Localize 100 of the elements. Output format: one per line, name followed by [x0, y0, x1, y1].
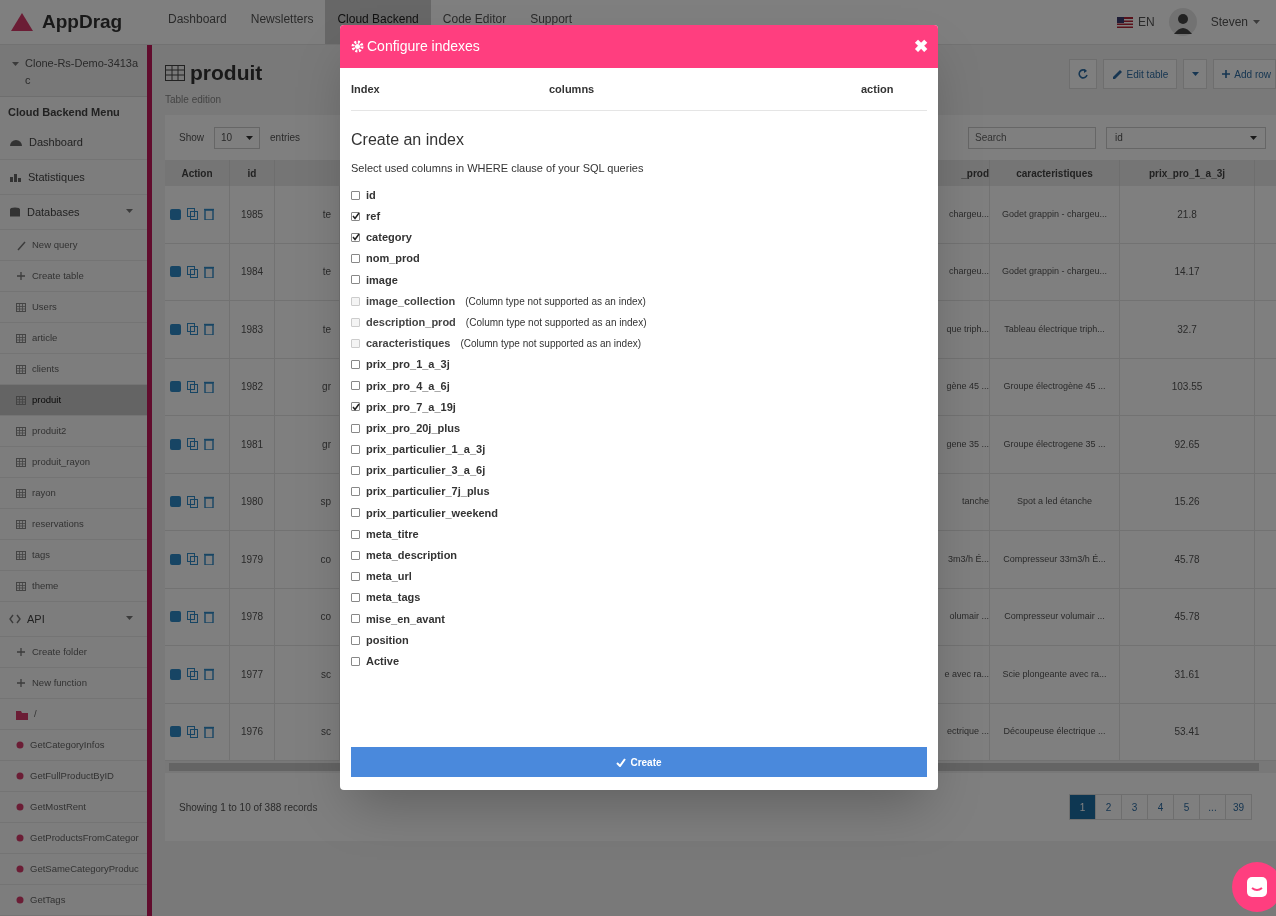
folder-icon: [16, 708, 28, 720]
checkbox[interactable]: [351, 508, 360, 518]
column-header: Action: [165, 160, 230, 186]
sidebar-item[interactable]: Create folder: [0, 637, 147, 668]
edit-table-button[interactable]: Edit table: [1102, 59, 1178, 89]
sidebar-item[interactable]: GetProductsFromCategor: [0, 823, 147, 854]
checkbox[interactable]: [351, 423, 360, 433]
copy-icon: [187, 265, 198, 278]
table-cell: 1976: [230, 703, 275, 760]
checkbox[interactable]: [351, 381, 360, 391]
page-size-select[interactable]: 10: [214, 126, 260, 149]
copy-icon: [187, 438, 198, 451]
dot-icon: [16, 741, 24, 749]
chat-button[interactable]: [1232, 862, 1276, 912]
add-row-button[interactable]: Add row: [1213, 59, 1276, 89]
sidebar-item[interactable]: rayon: [0, 478, 147, 509]
page-button[interactable]: 2: [1095, 794, 1122, 820]
page-button[interactable]: ...: [1199, 794, 1226, 820]
refresh-button[interactable]: [1068, 59, 1097, 89]
bar-chart-icon: [9, 172, 22, 182]
checkbox[interactable]: [351, 190, 360, 200]
sidebar-item[interactable]: produit: [0, 385, 147, 416]
sidebar-item[interactable]: Create table: [0, 261, 147, 292]
trash-icon: [204, 380, 214, 393]
checkbox[interactable]: [351, 254, 360, 264]
copy-icon: [187, 495, 198, 508]
sidebar-item[interactable]: GetMostRent: [0, 792, 147, 823]
edit-icon: [170, 208, 181, 220]
trash-icon: [204, 323, 214, 336]
close-button[interactable]: ✖: [914, 33, 928, 60]
table-cell: 103.55: [1120, 358, 1255, 415]
checkbox[interactable]: [351, 232, 360, 242]
column-header: action: [861, 81, 894, 97]
user-menu[interactable]: Steven: [1210, 13, 1248, 31]
table-cell: Compresseur 33m3/h É...: [990, 531, 1120, 588]
sidebar-item[interactable]: tags: [0, 540, 147, 571]
checkbox-label: prix_particulier_7j_plus: [366, 484, 490, 500]
sidebar-item[interactable]: Statistiques: [0, 160, 147, 195]
checkbox[interactable]: [351, 593, 360, 603]
page-button[interactable]: 3: [1121, 794, 1148, 820]
checkbox[interactable]: [351, 360, 360, 370]
dropdown-button[interactable]: [1183, 59, 1208, 89]
sidebar-item[interactable]: GetCategoryInfos: [0, 730, 147, 761]
project-selector[interactable]: Clone-Rs-Demo-3413ac: [0, 45, 147, 97]
sidebar-item[interactable]: New query: [0, 230, 147, 261]
checkbox[interactable]: [351, 402, 360, 412]
table-cell: 53.41: [1120, 703, 1255, 760]
copy-icon: [187, 610, 198, 623]
checkbox[interactable]: [351, 656, 360, 666]
checkbox[interactable]: [351, 275, 360, 285]
checkbox-label: prix_pro_1_a_3j: [366, 357, 450, 373]
table-cell: 1984: [230, 243, 275, 300]
trash-icon: [204, 265, 214, 278]
sidebar-item[interactable]: produit_rayon: [0, 447, 147, 478]
sidebar-item[interactable]: GetSameCategoryProduc: [0, 854, 147, 885]
checkbox-label: prix_pro_20j_plus: [366, 420, 461, 436]
avatar-icon: [1168, 8, 1197, 36]
sidebar-item[interactable]: article: [0, 323, 147, 354]
caret-icon: [246, 135, 253, 140]
sidebar-item[interactable]: Databases: [0, 195, 147, 230]
table-icon: [16, 364, 26, 374]
sidebar-item[interactable]: theme: [0, 571, 147, 602]
checkbox-label: prix_particulier_1_a_3j: [366, 442, 486, 458]
sidebar-item[interactable]: produit2: [0, 416, 147, 447]
records-info: Showing 1 to 10 of 388 records: [179, 800, 318, 815]
page-button[interactable]: 5: [1173, 794, 1200, 820]
edit-icon: [170, 381, 181, 393]
sidebar-item[interactable]: reservations: [0, 509, 147, 540]
sidebar-item[interactable]: New function: [0, 668, 147, 699]
column-select[interactable]: id: [1106, 126, 1266, 149]
dot-icon: [16, 803, 24, 811]
edit-icon: [170, 266, 181, 278]
checkbox[interactable]: [351, 635, 360, 645]
checkbox[interactable]: [351, 529, 360, 539]
page-button[interactable]: 4: [1147, 794, 1174, 820]
sidebar-item[interactable]: GetFullProductByID: [0, 761, 147, 792]
checkbox[interactable]: [351, 466, 360, 476]
checkbox[interactable]: [351, 614, 360, 624]
search-field[interactable]: Search: [968, 126, 1096, 149]
page-button[interactable]: 39: [1225, 794, 1252, 820]
checkbox[interactable]: [351, 550, 360, 560]
checkbox[interactable]: [351, 571, 360, 581]
create-button[interactable]: Create: [351, 747, 927, 777]
checkbox[interactable]: [351, 444, 360, 454]
pencil-icon: [1111, 68, 1123, 80]
sidebar-item[interactable]: GetTags: [0, 885, 147, 916]
checkbox-label: prix_particulier_3_a_6j: [366, 463, 486, 479]
dot-icon: [16, 865, 24, 873]
table-cell: 15.26: [1120, 473, 1255, 530]
sidebar-item[interactable]: Users: [0, 292, 147, 323]
nav-tab[interactable]: Dashboard: [156, 0, 239, 44]
sidebar-item[interactable]: API: [0, 602, 147, 637]
sidebar-item[interactable]: Dashboard: [0, 125, 147, 160]
checkbox-label: meta_titre: [366, 526, 419, 542]
column-header: columns: [549, 81, 596, 97]
sidebar-item[interactable]: /: [0, 699, 147, 730]
checkbox[interactable]: [351, 211, 360, 221]
language-label[interactable]: EN: [1137, 13, 1155, 31]
page-button[interactable]: 1: [1069, 794, 1096, 820]
checkbox[interactable]: [351, 487, 360, 497]
